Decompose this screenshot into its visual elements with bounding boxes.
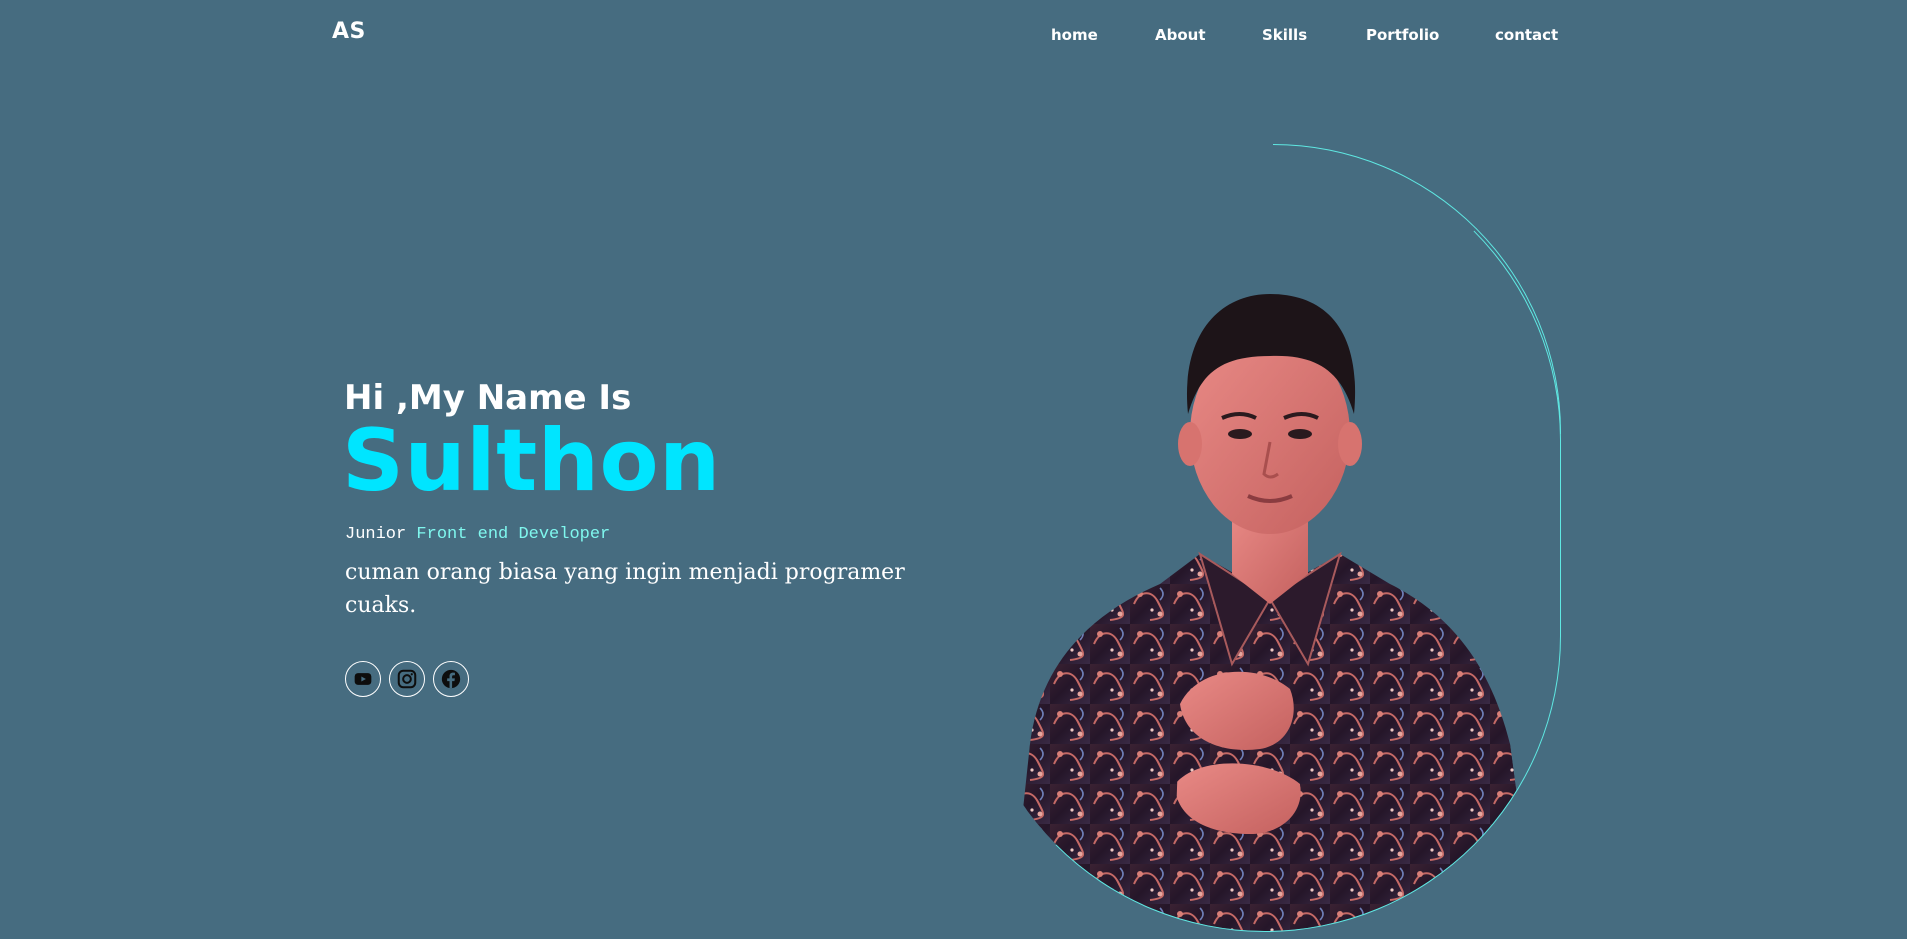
- hero-role: Junior Front end Developer: [345, 525, 610, 544]
- youtube-icon: [353, 669, 373, 689]
- youtube-button[interactable]: [345, 661, 381, 697]
- social-links: [345, 661, 469, 697]
- role-title: Front end Developer: [416, 525, 611, 544]
- hero-description: cuman orang biasa yang ingin menjadi pro…: [345, 560, 905, 618]
- role-prefix: Junior: [345, 525, 407, 544]
- nav-link-about[interactable]: About: [1155, 26, 1206, 44]
- facebook-icon: [440, 668, 462, 690]
- facebook-button[interactable]: [433, 661, 469, 697]
- nav-link-portfolio[interactable]: Portfolio: [1366, 26, 1439, 44]
- hero-name: Sulthon: [342, 411, 721, 511]
- instagram-button[interactable]: [389, 661, 425, 697]
- portrait-outline: [969, 144, 1561, 932]
- site-header: AS home About Skills Portfolio contact: [0, 0, 1907, 72]
- nav-link-contact[interactable]: contact: [1495, 26, 1558, 44]
- nav-link-skills[interactable]: Skills: [1262, 26, 1307, 44]
- nav-link-home[interactable]: home: [1051, 26, 1098, 44]
- site-logo[interactable]: AS: [332, 19, 366, 44]
- instagram-icon: [396, 668, 418, 690]
